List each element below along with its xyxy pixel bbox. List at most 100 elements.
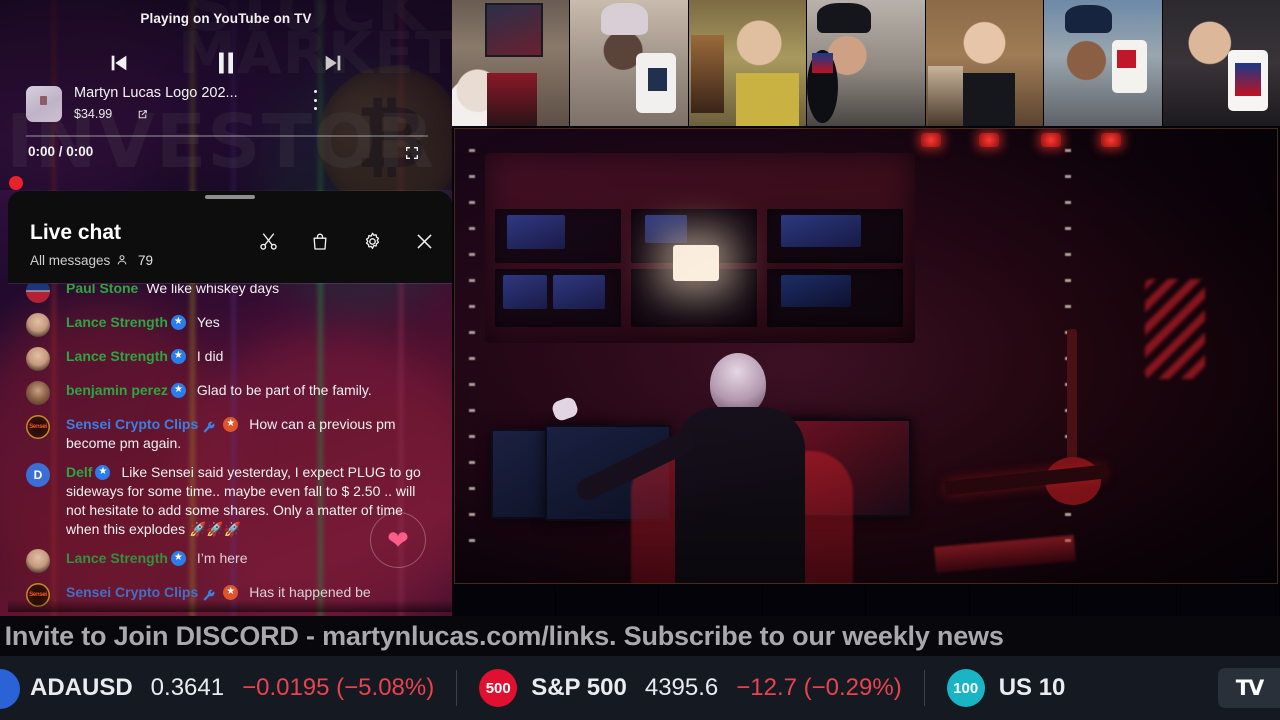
ticker-separator <box>456 670 458 706</box>
external-link-icon[interactable] <box>136 108 149 126</box>
progress-bar[interactable] <box>26 135 428 137</box>
ticker-price: 4395.6 <box>644 674 719 701</box>
chat-header-actions <box>256 229 436 253</box>
webcam-tile[interactable] <box>556 586 659 616</box>
ticker-logo-icon: 100 <box>946 669 985 707</box>
chat-author-name[interactable]: Delf <box>66 464 92 480</box>
product-more-button[interactable] <box>308 88 322 112</box>
ticker-symbol: ADAUSD <box>30 674 133 701</box>
member-badge-icon <box>170 382 186 398</box>
ticker-separator <box>923 670 925 706</box>
heart-reaction-button[interactable]: ❤ <box>370 512 426 568</box>
product-title: Martyn Lucas Logo 202... <box>74 85 238 101</box>
live-chat-panel[interactable]: Live chat All messages 79 Paul Stone We … <box>8 191 452 612</box>
chat-message[interactable]: Paul Stone We like whiskey days <box>8 284 452 308</box>
chat-message-text: I’m here <box>196 550 248 566</box>
chat-message[interactable]: SenseiSensei Crypto ClipsHow can a previ… <box>8 410 452 458</box>
ticker-item[interactable]: 100 US 10 <box>946 656 1066 720</box>
lit-desk-surface <box>934 534 1076 574</box>
webcam-grid-top <box>452 0 1280 126</box>
member-badge-icon <box>95 464 111 480</box>
webcam-tile[interactable] <box>570 0 689 126</box>
pause-button[interactable] <box>204 44 248 82</box>
promo-banner: . Invite to Join DISCORD - martynlucas.c… <box>0 616 1280 656</box>
scissors-icon[interactable] <box>256 229 280 253</box>
webcam-tile[interactable] <box>763 586 866 616</box>
avatar[interactable] <box>26 549 50 573</box>
gear-icon[interactable] <box>360 229 384 253</box>
chat-message-text: Glad to be part of the family. <box>196 382 372 398</box>
product-card[interactable]: Martyn Lucas Logo 202... $34.99 <box>26 85 426 126</box>
webcam-tile[interactable] <box>688 0 808 126</box>
chat-author-name[interactable]: benjamin perez <box>66 382 168 398</box>
moderator-wrench-icon <box>201 419 217 434</box>
chat-message-text: I did <box>196 348 224 364</box>
youtube-player-overlay[interactable]: Playing on YouTube on TV Martyn Lucas Lo… <box>0 0 452 190</box>
chat-title: Live chat <box>30 221 122 244</box>
webcam-tile[interactable] <box>866 586 970 616</box>
ticker-item[interactable]: ADAUSD 0.3641 −0.0195 (−5.08%) <box>30 656 434 720</box>
next-track-button[interactable] <box>311 44 355 82</box>
host-person <box>550 353 831 583</box>
chat-message[interactable]: benjamin perez Glad to be part of the fam… <box>8 376 452 410</box>
member-badge-icon <box>170 550 186 566</box>
member-badge-icon <box>223 584 239 600</box>
main-stage-video[interactable] <box>454 128 1278 584</box>
webcam-tile[interactable] <box>1044 0 1163 126</box>
previous-track-button[interactable] <box>97 44 141 82</box>
string-lights-left <box>469 149 475 549</box>
member-badge-icon <box>170 348 186 364</box>
ticker-change: −0.0195 (−5.08%) <box>242 674 435 701</box>
ticker-item[interactable]: 500 S&P 500 4395.6 −12.7 (−0.29%) <box>479 656 902 720</box>
avatar[interactable]: Sensei <box>26 415 50 439</box>
drag-handle[interactable] <box>205 195 255 199</box>
webcam-tile[interactable] <box>1162 0 1280 126</box>
market-ticker[interactable]: ADAUSD 0.3641 −0.0195 (−5.08%) 500 S&P 500 43… <box>0 656 1280 720</box>
avatar[interactable] <box>26 381 50 405</box>
chat-message[interactable]: Lance Strength Yes <box>8 308 452 342</box>
person-icon <box>115 253 129 272</box>
viewer-count: 79 <box>138 253 154 268</box>
chat-author-name[interactable]: Sensei Crypto Clips <box>66 416 198 432</box>
fullscreen-icon[interactable] <box>404 145 420 166</box>
ticker-change: −12.7 (−0.29%) <box>736 674 902 701</box>
webcam-tile[interactable] <box>659 586 763 616</box>
chat-message-text: Has it happened be <box>249 584 371 600</box>
product-thumbnail <box>26 86 62 122</box>
webcam-tile[interactable] <box>1177 586 1280 616</box>
chat-author-name[interactable]: Paul Stone <box>66 284 138 296</box>
webcam-tile[interactable] <box>452 586 556 616</box>
avatar[interactable] <box>26 347 50 371</box>
app-root: STOCK MARKET INVESTOR <box>0 0 1280 720</box>
webcam-tile[interactable] <box>452 0 571 126</box>
webcam-tile[interactable] <box>970 586 1073 616</box>
member-badge-icon <box>223 416 239 432</box>
avatar[interactable] <box>26 313 50 337</box>
promo-banner-text: . Invite to Join DISCORD - martynlucas.c… <box>0 620 1004 651</box>
tradingview-badge[interactable]: TV <box>1218 668 1280 708</box>
chat-message[interactable]: Lance Strength I did <box>8 342 452 376</box>
time-display: 0:00 / 0:00 <box>28 144 94 159</box>
video-area[interactable] <box>452 0 1280 616</box>
chat-filter-label[interactable]: All messages <box>30 253 110 268</box>
ticker-logo-icon: 500 <box>479 669 518 707</box>
ticker-symbol: US 10 <box>998 674 1066 701</box>
heart-icon: ❤ <box>387 525 409 555</box>
webcam-tile[interactable] <box>1073 586 1177 616</box>
live-record-indicator <box>9 176 23 190</box>
avatar[interactable] <box>26 284 50 303</box>
close-icon[interactable] <box>412 229 436 253</box>
chat-header: Live chat All messages 79 <box>8 191 452 283</box>
chat-message-text: Yes <box>196 314 220 330</box>
avatar[interactable]: D <box>26 463 50 487</box>
webcam-tile[interactable] <box>807 0 926 126</box>
webcam-grid-bottom <box>452 586 1280 616</box>
webcam-tile[interactable] <box>925 0 1045 126</box>
studio-light-panel <box>673 245 719 281</box>
transport-controls <box>0 44 452 82</box>
chat-author-name[interactable]: Lance Strength <box>66 550 168 566</box>
chat-author-name[interactable]: Lance Strength <box>66 314 168 330</box>
chat-author-name[interactable]: Lance Strength <box>66 348 168 364</box>
chat-author-name[interactable]: Sensei Crypto Clips <box>66 584 198 600</box>
shopping-bag-icon[interactable] <box>308 229 332 253</box>
